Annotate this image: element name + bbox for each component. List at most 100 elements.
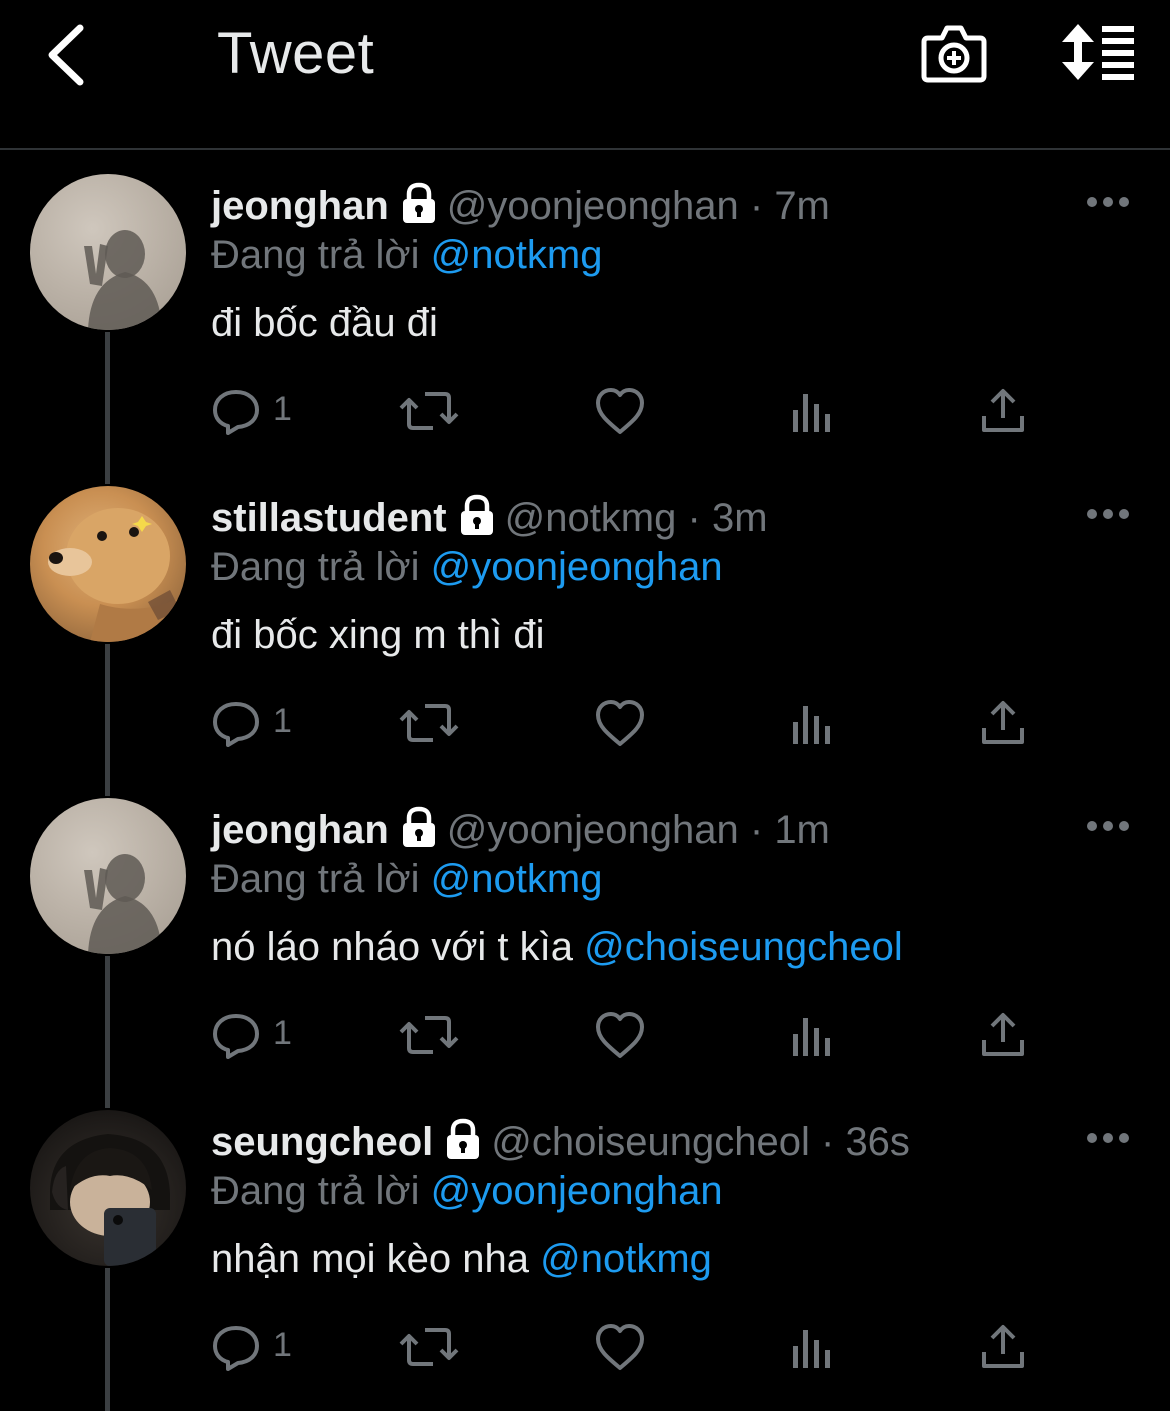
views-chart-icon <box>793 1330 830 1368</box>
tweet-mention[interactable]: @notkmg <box>540 1237 712 1281</box>
retweet-button[interactable] <box>399 698 459 748</box>
retweet-icon <box>399 704 459 742</box>
avatar[interactable] <box>30 174 186 330</box>
retweet-button[interactable] <box>399 386 459 436</box>
share-icon <box>982 1013 1024 1056</box>
reply-count: 1 <box>273 702 292 740</box>
more-horizontal-icon[interactable] <box>1085 1126 1131 1150</box>
lock-icon <box>447 1118 480 1159</box>
lock-icon <box>460 494 493 535</box>
like-button[interactable] <box>594 1010 646 1060</box>
share-button[interactable] <box>981 1010 1025 1060</box>
display-name[interactable]: jeonghan <box>211 808 389 852</box>
tweet-actions: 1 <box>211 386 1061 436</box>
sort-button[interactable] <box>1058 22 1138 84</box>
tweet-timestamp[interactable]: 7m <box>774 184 830 228</box>
heart-icon <box>596 1324 644 1370</box>
comment-icon <box>213 1014 259 1059</box>
avatar-dog-image <box>48 508 186 642</box>
reply-button[interactable]: 1 <box>211 1010 292 1060</box>
views-button[interactable] <box>789 386 833 436</box>
tweet-actions: 1 <box>211 698 1061 748</box>
tweet-mention[interactable]: @choiseungcheol <box>584 925 903 969</box>
tweet-timestamp[interactable]: 36s <box>845 1120 910 1164</box>
tweet-item[interactable]: seungcheol @choiseungcheol · 36s Đang trả… <box>0 1086 1170 1398</box>
share-button[interactable] <box>981 1322 1025 1372</box>
views-button[interactable] <box>789 698 833 748</box>
more-horizontal-icon[interactable] <box>1085 190 1131 214</box>
heart-icon <box>596 1012 644 1058</box>
reply-button[interactable]: 1 <box>211 1322 292 1372</box>
tweet-item[interactable]: stillastudent @notkmg · 3m Đang trả lời @… <box>0 462 1170 774</box>
views-button[interactable] <box>789 1322 833 1372</box>
replying-to-line: Đang trả lời @notkmg <box>211 230 602 280</box>
display-name[interactable]: seungcheol <box>211 1120 433 1164</box>
reply-button[interactable]: 1 <box>211 698 292 748</box>
replying-to-line: Đang trả lời @notkmg <box>211 854 602 904</box>
share-icon <box>982 701 1024 744</box>
views-chart-icon <box>793 1018 830 1056</box>
display-name[interactable]: jeonghan <box>211 184 389 228</box>
tweet-item[interactable]: jeonghan @yoonjeonghan · 7m Đang trả lời … <box>0 150 1170 462</box>
tweet-text-content: đi bốc xing m thì đi <box>211 613 545 657</box>
user-handle[interactable]: @yoonjeonghan <box>447 808 739 852</box>
chevron-left-icon <box>48 24 84 86</box>
replying-to-mention[interactable]: @yoonjeonghan <box>431 545 723 589</box>
tweet-text: nó láo nháo với t kìa @choiseungcheol <box>211 922 903 972</box>
avatar[interactable] <box>30 1110 186 1266</box>
retweet-button[interactable] <box>399 1322 459 1372</box>
tweet-text: đi bốc xing m thì đi <box>211 610 545 660</box>
replying-to-line: Đang trả lời @yoonjeonghan <box>211 1166 723 1216</box>
tweet-actions: 1 <box>211 1322 1061 1372</box>
avatar[interactable] <box>30 486 186 642</box>
back-button[interactable] <box>40 22 96 88</box>
user-handle[interactable]: @notkmg <box>505 496 677 540</box>
replying-to-label: Đang trả lời <box>211 1169 420 1213</box>
retweet-button[interactable] <box>399 1010 459 1060</box>
like-button[interactable] <box>594 1322 646 1372</box>
user-handle[interactable]: @yoonjeonghan <box>447 184 739 228</box>
lock-icon <box>402 182 435 223</box>
tweet-text-content: nhận mọi kèo nha <box>211 1237 541 1281</box>
share-icon <box>982 389 1024 432</box>
tweet-timestamp[interactable]: 3m <box>712 496 768 540</box>
reply-button[interactable]: 1 <box>211 386 292 436</box>
tweet-item[interactable]: jeonghan @yoonjeonghan · 1m Đang trả lời … <box>0 774 1170 1086</box>
heart-icon <box>596 700 644 746</box>
replying-to-label: Đang trả lời <box>211 545 420 589</box>
replying-to-mention[interactable]: @yoonjeonghan <box>431 1169 723 1213</box>
replying-to-mention[interactable]: @notkmg <box>431 233 603 277</box>
reply-count: 1 <box>273 1014 292 1052</box>
display-name[interactable]: stillastudent <box>211 496 447 540</box>
views-button[interactable] <box>789 1010 833 1060</box>
page-title: Tweet <box>217 21 375 86</box>
separator-dot: · <box>820 1120 835 1164</box>
share-button[interactable] <box>981 698 1025 748</box>
tweet-header: jeonghan @yoonjeonghan · 1m <box>211 804 830 856</box>
avatar[interactable] <box>30 798 186 954</box>
like-button[interactable] <box>594 698 646 748</box>
retweet-icon <box>399 1016 459 1054</box>
user-handle[interactable]: @choiseungcheol <box>491 1120 810 1164</box>
avatar-person-image <box>50 1134 170 1266</box>
tweet-timestamp[interactable]: 1m <box>774 808 830 852</box>
reply-count: 1 <box>273 390 292 428</box>
avatar-shadow-image <box>84 854 162 954</box>
replying-to-mention[interactable]: @notkmg <box>431 857 603 901</box>
replying-to-label: Đang trả lời <box>211 857 420 901</box>
share-button[interactable] <box>981 386 1025 436</box>
sort-list-icon <box>1062 24 1134 80</box>
tweet-text: đi bốc đầu đi <box>211 298 438 348</box>
camera-button[interactable] <box>920 20 988 86</box>
tweet-text-content: nó láo nháo với t kìa <box>211 925 585 969</box>
more-horizontal-icon[interactable] <box>1085 814 1131 838</box>
tweet-header: seungcheol @choiseungcheol · 36s <box>211 1116 910 1168</box>
replying-to-label: Đang trả lời <box>211 233 420 277</box>
more-horizontal-icon[interactable] <box>1085 502 1131 526</box>
tweet-text: nhận mọi kèo nha @notkmg <box>211 1234 712 1284</box>
reply-count: 1 <box>273 1326 292 1364</box>
retweet-icon <box>399 1328 459 1366</box>
comment-icon <box>213 390 259 435</box>
tweet-header: stillastudent @notkmg · 3m <box>211 492 768 544</box>
like-button[interactable] <box>594 386 646 436</box>
